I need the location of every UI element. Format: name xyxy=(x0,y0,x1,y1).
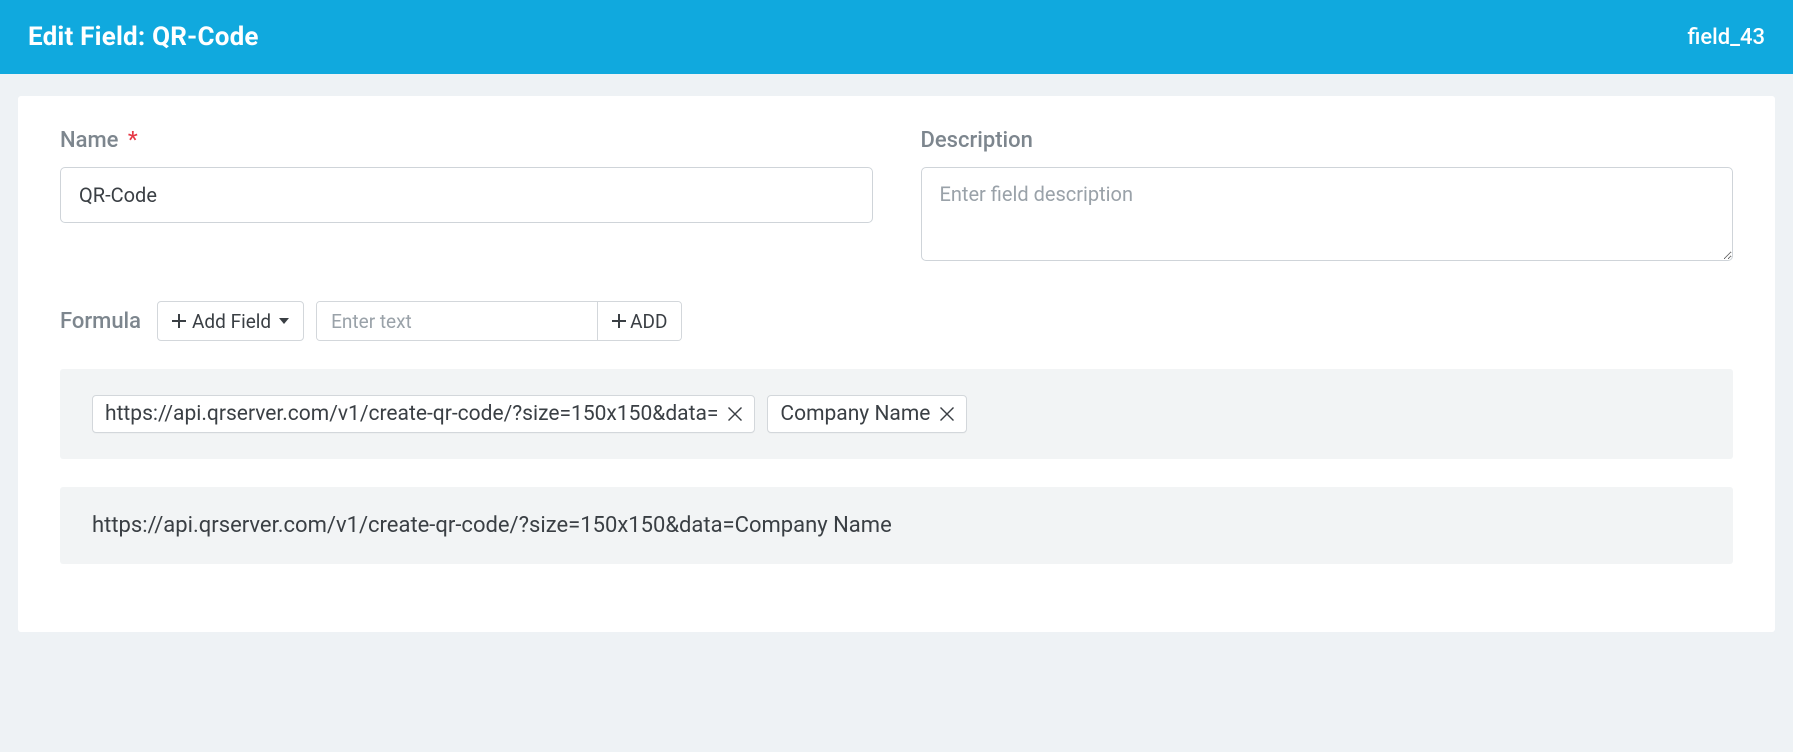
formula-preview-zone: https://api.qrserver.com/v1/create-qr-co… xyxy=(60,487,1733,564)
name-label: Name * xyxy=(60,128,873,153)
caret-down-icon xyxy=(279,318,289,325)
edit-field-card: Name * Description Formula Add Field xyxy=(18,96,1775,632)
page-header: Edit Field: QR-Code field_43 xyxy=(0,0,1793,74)
page-title: Edit Field: QR-Code xyxy=(28,22,259,52)
formula-token-field[interactable]: Company Name xyxy=(767,395,967,433)
formula-label: Formula xyxy=(60,309,141,334)
page-title-field-name: QR-Code xyxy=(152,22,259,52)
token-row: https://api.qrserver.com/v1/create-qr-co… xyxy=(92,395,1701,433)
token-label: Company Name xyxy=(780,402,930,426)
formula-text-input-group: ADD xyxy=(316,301,682,341)
page-title-prefix: Edit Field: xyxy=(28,22,152,52)
name-input[interactable] xyxy=(60,167,873,223)
formula-toolbar: Formula Add Field ADD xyxy=(60,301,1733,341)
field-id: field_43 xyxy=(1687,25,1765,50)
name-column: Name * xyxy=(60,128,873,265)
formula-text-input[interactable] xyxy=(317,302,597,340)
close-icon[interactable] xyxy=(728,407,742,421)
formula-token-zone: https://api.qrserver.com/v1/create-qr-co… xyxy=(60,369,1733,459)
add-field-label: Add Field xyxy=(192,310,271,333)
close-icon[interactable] xyxy=(940,407,954,421)
description-textarea[interactable] xyxy=(921,167,1734,261)
description-label: Description xyxy=(921,128,1734,153)
plus-icon xyxy=(172,314,186,328)
add-text-button[interactable]: ADD xyxy=(597,302,681,340)
plus-icon xyxy=(612,314,626,328)
required-asterisk: * xyxy=(128,128,138,153)
add-text-label: ADD xyxy=(630,310,667,333)
token-label: https://api.qrserver.com/v1/create-qr-co… xyxy=(105,402,718,426)
formula-token-text[interactable]: https://api.qrserver.com/v1/create-qr-co… xyxy=(92,395,755,433)
add-field-dropdown[interactable]: Add Field xyxy=(157,301,304,341)
top-row: Name * Description xyxy=(60,128,1733,265)
formula-preview-text: https://api.qrserver.com/v1/create-qr-co… xyxy=(92,513,892,538)
description-column: Description xyxy=(921,128,1734,265)
